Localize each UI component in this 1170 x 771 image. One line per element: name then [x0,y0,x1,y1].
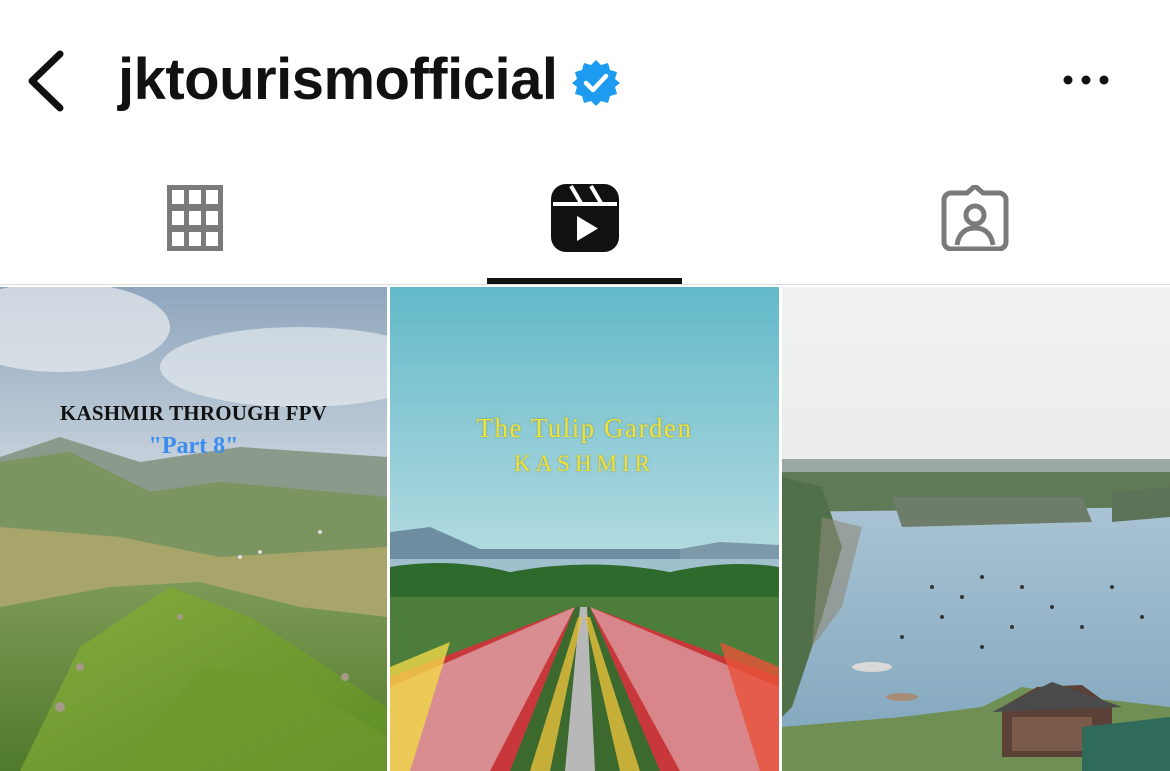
reels-icon [551,184,619,252]
back-button[interactable] [22,46,72,116]
tab-posts-grid[interactable] [0,160,390,284]
ellipsis-horizontal-icon [1063,75,1109,85]
reel-caption-subtitle: KASHMIR [513,451,656,476]
reel-caption-subtitle: "Part 8" [148,433,239,459]
reel-image [782,287,1170,771]
chevron-left-icon [28,50,64,112]
reel-thumbnail[interactable]: KASHMIR THROUGH FPV "Part 8" [0,287,387,771]
profile-username: jktourismofficial [118,47,558,112]
tab-tagged[interactable] [780,160,1170,284]
tabs-divider [0,284,1170,285]
reel-thumbnail[interactable] [782,287,1170,771]
profile-tabs [0,160,1170,284]
tab-reels[interactable] [390,160,780,284]
reel-caption-title: The Tulip Garden [476,413,693,443]
reel-image [390,287,779,771]
reel-thumbnail[interactable]: The Tulip Garden KASHMIR [390,287,779,771]
title-group: jktourismofficial [118,38,621,122]
verified-badge-icon [572,60,621,106]
tagged-person-icon [941,185,1009,251]
more-options-button[interactable] [1058,62,1118,98]
reel-caption-title: KASHMIR THROUGH FPV [59,401,328,425]
reels-grid: KASHMIR THROUGH FPV "Part 8" The Tulip G… [0,287,1170,771]
profile-header: jktourismofficial [0,0,1170,160]
grid-icon [167,185,223,251]
reel-image [0,287,387,771]
